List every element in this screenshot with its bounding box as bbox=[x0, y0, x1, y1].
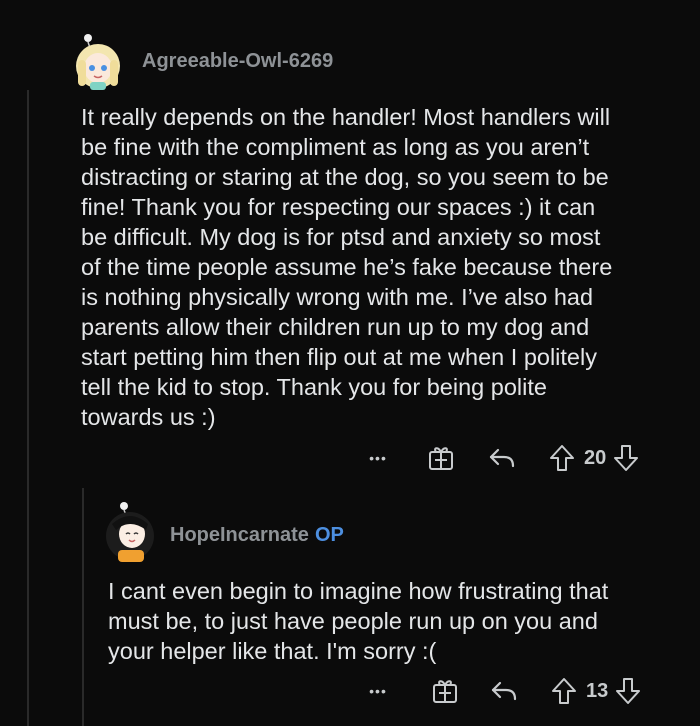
more-icon: ••• bbox=[369, 683, 387, 699]
username[interactable]: HopeIncarnate OP bbox=[170, 524, 344, 547]
more-button[interactable]: ••• bbox=[362, 683, 394, 699]
username-text[interactable]: HopeIncarnate bbox=[170, 524, 309, 546]
more-button[interactable]: ••• bbox=[362, 450, 394, 466]
username[interactable]: Agreeable-Owl-6269 bbox=[142, 50, 333, 73]
comment-actions: ••• 20 bbox=[362, 442, 640, 474]
avatar[interactable] bbox=[102, 500, 158, 562]
award-button[interactable] bbox=[428, 445, 454, 471]
downvote-button[interactable] bbox=[612, 444, 640, 472]
vote-count: 20 bbox=[584, 446, 607, 469]
nested-thread-line[interactable] bbox=[82, 488, 84, 726]
reply-icon bbox=[491, 681, 517, 701]
avatar[interactable] bbox=[72, 32, 124, 90]
upvote-icon bbox=[552, 678, 576, 704]
downvote-button[interactable] bbox=[614, 677, 642, 705]
avatar-icon bbox=[106, 502, 154, 562]
award-button[interactable] bbox=[432, 678, 458, 704]
upvote-icon bbox=[550, 445, 574, 471]
avatar-icon bbox=[76, 34, 120, 90]
reply-icon bbox=[489, 448, 515, 468]
award-icon bbox=[433, 680, 457, 703]
thread-line[interactable] bbox=[27, 90, 29, 726]
op-badge: OP bbox=[314, 524, 344, 546]
downvote-icon bbox=[616, 678, 641, 704]
award-icon bbox=[429, 447, 453, 470]
comment-body: I cant even begin to imagine how frustra… bbox=[108, 578, 609, 664]
downvote-icon bbox=[614, 445, 639, 471]
upvote-button[interactable] bbox=[548, 444, 576, 472]
reply-button[interactable] bbox=[488, 446, 516, 470]
upvote-button[interactable] bbox=[550, 677, 578, 705]
more-icon: ••• bbox=[369, 450, 387, 466]
comment-body: It really depends on the handler! Most h… bbox=[81, 104, 613, 430]
vote-count: 13 bbox=[586, 679, 609, 702]
comment-actions: ••• 13 bbox=[362, 675, 642, 707]
reply-button[interactable] bbox=[490, 679, 518, 703]
